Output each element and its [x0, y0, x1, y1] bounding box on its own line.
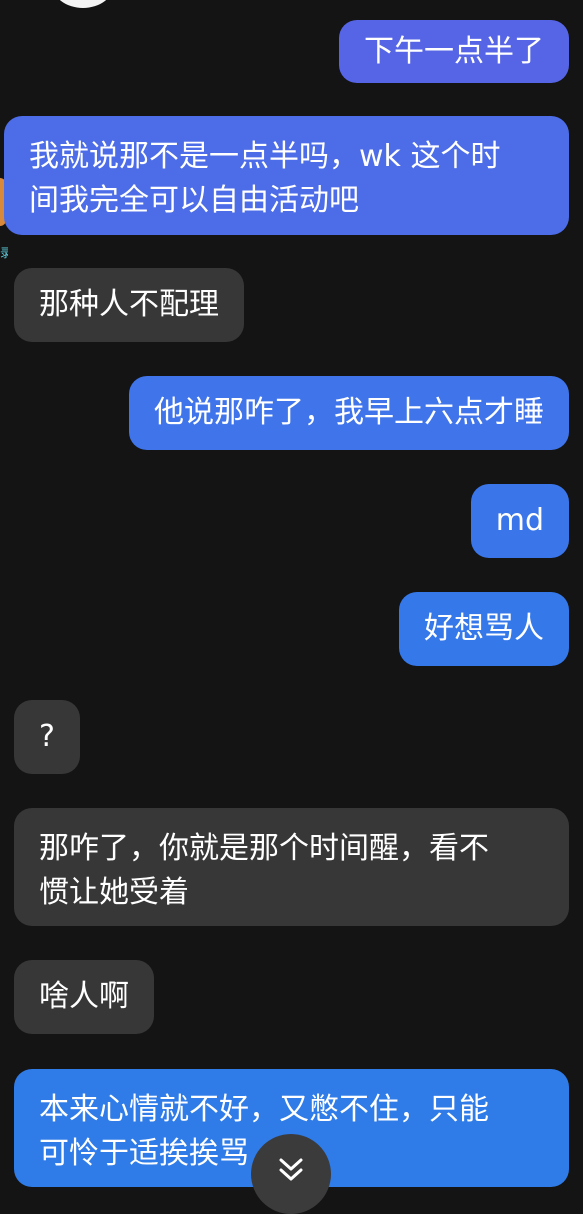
message-text: 他说那咋了，我早上六点才睡 — [154, 395, 544, 430]
message-text: 下午一点半了 — [364, 33, 544, 69]
message-bubble-sent[interactable]: md — [470, 484, 569, 558]
message-text: 那种人不配理 — [39, 287, 219, 322]
double-chevron-down-icon — [279, 1158, 303, 1181]
message-text-line: 惯让她受着 — [39, 875, 189, 910]
edge-label: 录 — [0, 246, 8, 260]
message-bubble-received[interactable]: 那咋了，你就是那个时间醒，看不 惯让她受着 — [14, 808, 569, 926]
message-bubble-received[interactable]: 那种人不配理 — [14, 268, 244, 342]
message-text: ? — [39, 719, 55, 754]
message-text-line: 我就说那不是一点半吗，wk 这个时 — [29, 139, 501, 174]
message-text: md — [495, 503, 544, 538]
scroll-to-bottom-button[interactable] — [251, 1134, 331, 1214]
message-text-line: 本来心情就不好，又憋不住，只能 — [39, 1092, 489, 1127]
message-text-line: 那咋了，你就是那个时间醒，看不 — [39, 831, 489, 866]
message-bubble-sent[interactable]: 我就说那不是一点半吗，wk 这个时 间我完全可以自由活动吧 — [4, 116, 569, 235]
message-text: 好想骂人 — [424, 611, 544, 646]
message-bubble-sent[interactable]: 下午一点半了 — [339, 20, 569, 83]
message-text: 啥人啊 — [39, 979, 129, 1014]
message-text-line: 间我完全可以自由活动吧 — [29, 183, 359, 218]
contact-avatar[interactable] — [52, 0, 114, 8]
message-bubble-sent[interactable]: 好想骂人 — [399, 592, 569, 666]
message-bubble-sent[interactable]: 他说那咋了，我早上六点才睡 — [129, 376, 569, 450]
message-bubble-received[interactable]: 啥人啊 — [14, 960, 154, 1034]
message-bubble-received[interactable]: ? — [14, 700, 80, 774]
